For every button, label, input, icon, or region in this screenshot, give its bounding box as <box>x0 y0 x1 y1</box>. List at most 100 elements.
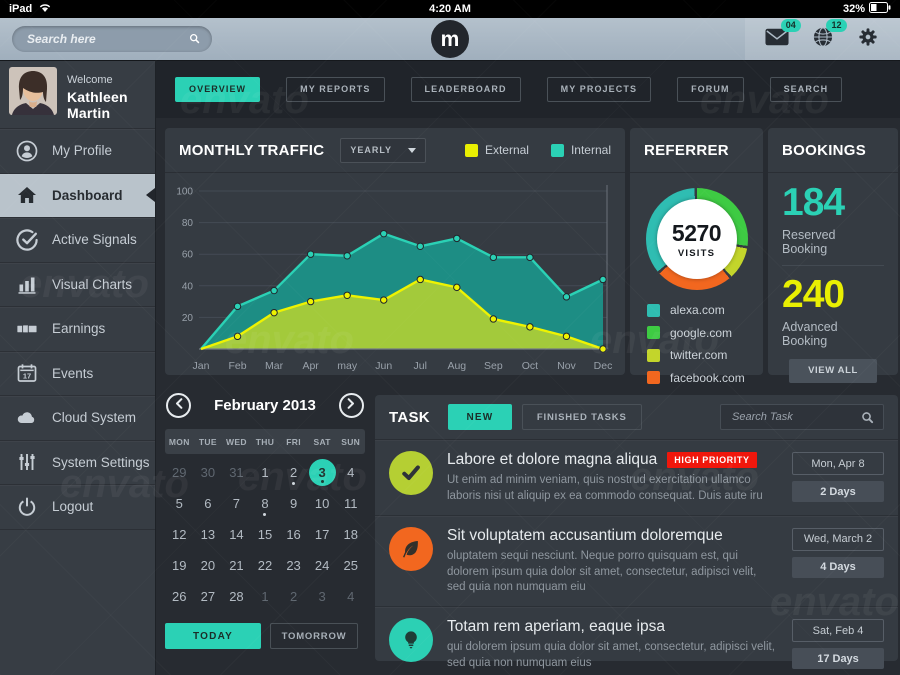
tab-leaderboard[interactable]: LEADERBOARD <box>411 77 521 102</box>
calendar-day-4[interactable]: 4 <box>336 457 365 488</box>
notifications-badge: 12 <box>826 19 846 32</box>
header-actions: 04 12 <box>745 18 900 60</box>
check-icon <box>389 451 433 495</box>
calendar-day-16[interactable]: 16 <box>279 519 308 550</box>
referrer-source-label: google.com <box>670 326 732 340</box>
visits-count: 5270 <box>672 220 721 247</box>
sidebar-item-earnings[interactable]: Earnings <box>0 307 155 352</box>
task-search-input[interactable] <box>730 410 861 424</box>
calendar-day-26[interactable]: 26 <box>165 581 194 612</box>
calendar-day-9[interactable]: 9 <box>279 488 308 519</box>
period-value: YEARLY <box>350 145 392 155</box>
calendar-day-29-adjacent[interactable]: 29 <box>165 457 194 488</box>
calendar-day-27[interactable]: 27 <box>194 581 223 612</box>
welcome-label: Welcome <box>67 74 155 86</box>
calendar-day-6[interactable]: 6 <box>194 488 223 519</box>
tab-my-projects[interactable]: MY PROJECTS <box>547 77 651 102</box>
svg-text:Aug: Aug <box>447 360 466 372</box>
sidebar-item-cloud-system[interactable]: Cloud System <box>0 396 155 441</box>
task-due-date: Mon, Apr 8 <box>792 452 884 475</box>
calendar-day-28[interactable]: 28 <box>222 581 251 612</box>
avatar <box>9 67 57 115</box>
settings-button[interactable] <box>854 27 882 51</box>
referrer-source-twitter-com: twitter.com <box>647 348 763 362</box>
svg-text:Feb: Feb <box>228 360 246 372</box>
calendar-prev-button[interactable] <box>166 393 191 418</box>
calendar-day-10[interactable]: 10 <box>308 488 337 519</box>
referrer-title: REFERRER <box>644 142 729 159</box>
tab-search[interactable]: SEARCH <box>770 77 843 102</box>
calendar-day-7[interactable]: 7 <box>222 488 251 519</box>
calendar-day-2-adjacent[interactable]: 2 <box>279 581 308 612</box>
calendar-day-30-adjacent[interactable]: 30 <box>194 457 223 488</box>
tab-forum[interactable]: FORUM <box>677 77 744 102</box>
calendar-day-12[interactable]: 12 <box>165 519 194 550</box>
sidebar-item-system-settings[interactable]: System Settings <box>0 441 155 486</box>
leaf-icon <box>389 527 433 571</box>
calendar-day-3-adjacent[interactable]: 3 <box>308 581 337 612</box>
today-button[interactable]: TODAY <box>165 623 261 649</box>
view-all-button[interactable]: VIEW ALL <box>789 359 877 383</box>
calendar-day-22[interactable]: 22 <box>251 550 280 581</box>
legend-swatch <box>647 304 660 317</box>
sidebar-item-my-profile[interactable]: My Profile <box>0 129 155 174</box>
task-item-description: oluptatem sequi nesciunt. Neque porro qu… <box>447 549 778 597</box>
calendar-day-1[interactable]: 1 <box>251 457 280 488</box>
money-icon <box>15 317 39 341</box>
task-row[interactable]: Totam rem aperiam, eaque ipsa qui dolore… <box>375 607 898 675</box>
calendar-day-11[interactable]: 11 <box>336 488 365 519</box>
search-icon[interactable] <box>189 31 200 47</box>
task-item-description: qui dolorem ipsum quia dolor sit amet, c… <box>447 640 778 672</box>
calendar-day-1-adjacent[interactable]: 1 <box>251 581 280 612</box>
calendar-day-14[interactable]: 14 <box>222 519 251 550</box>
task-item-description: Ut enim ad minim veniam, quis nostrud ex… <box>447 473 778 505</box>
calendar-day-3[interactable]: 3 <box>308 457 337 488</box>
calendar-grid: 2930311234567891011121314151617181920212… <box>165 457 365 612</box>
sidebar-item-events[interactable]: 17 Events <box>0 352 155 397</box>
task-panel: TASK NEW FINISHED TASKS Labore et dolore… <box>375 395 898 661</box>
sidebar-item-dashboard[interactable]: Dashboard <box>0 174 155 219</box>
calendar-day-20[interactable]: 20 <box>194 550 223 581</box>
sidebar-item-visual-charts[interactable]: Visual Charts <box>0 263 155 308</box>
calendar-day-18[interactable]: 18 <box>336 519 365 550</box>
notifications-button[interactable]: 12 <box>809 27 837 51</box>
calendar-day-25[interactable]: 25 <box>336 550 365 581</box>
tab-my-reports[interactable]: MY REPORTS <box>286 77 384 102</box>
sidebar-item-logout[interactable]: Logout <box>0 485 155 530</box>
referrer-donut-chart: 5270 VISITS <box>646 188 748 290</box>
calendar-next-button[interactable] <box>339 393 364 418</box>
calendar-day-headers: MONTUEWEDTHUFRISATSUN <box>165 429 365 454</box>
task-row[interactable]: Labore et dolore magna aliqua HIGH PRIOR… <box>375 440 898 516</box>
calendar-day-5[interactable]: 5 <box>165 488 194 519</box>
calendar-day-23[interactable]: 23 <box>279 550 308 581</box>
task-row[interactable]: Sit voluptatem accusantium doloremque ol… <box>375 516 898 608</box>
calendar-day-24[interactable]: 24 <box>308 550 337 581</box>
calendar-day-header: WED <box>222 437 251 447</box>
finished-tasks-button[interactable]: FINISHED TASKS <box>522 404 642 430</box>
calendar-day-4-adjacent[interactable]: 4 <box>336 581 365 612</box>
calendar-day-8[interactable]: 8 <box>251 488 280 519</box>
search-icon[interactable] <box>861 411 874 424</box>
calendar-day-15[interactable]: 15 <box>251 519 280 550</box>
calendar-day-13[interactable]: 13 <box>194 519 223 550</box>
tomorrow-button[interactable]: TOMORROW <box>270 623 358 649</box>
calendar-day-header: TUE <box>194 437 223 447</box>
advanced-booking-count: 240 <box>782 275 884 316</box>
mail-button[interactable]: 04 <box>763 27 791 51</box>
calendar-day-31-adjacent[interactable]: 31 <box>222 457 251 488</box>
legend-label: Internal <box>571 143 611 157</box>
calendar-day-17[interactable]: 17 <box>308 519 337 550</box>
sidebar-item-active-signals[interactable]: Active Signals <box>0 218 155 263</box>
task-due-date: Sat, Feb 4 <box>792 619 884 642</box>
period-dropdown[interactable]: YEARLY <box>340 138 426 163</box>
calendar-day-header: FRI <box>279 437 308 447</box>
legend-label: External <box>485 143 529 157</box>
traffic-title: MONTHLY TRAFFIC <box>179 142 324 159</box>
divider <box>782 265 884 266</box>
new-task-button[interactable]: NEW <box>448 404 512 430</box>
search-input[interactable] <box>12 32 189 46</box>
tab-overview[interactable]: OVERVIEW <box>175 77 260 102</box>
calendar-day-2[interactable]: 2 <box>279 457 308 488</box>
calendar-day-19[interactable]: 19 <box>165 550 194 581</box>
calendar-day-21[interactable]: 21 <box>222 550 251 581</box>
